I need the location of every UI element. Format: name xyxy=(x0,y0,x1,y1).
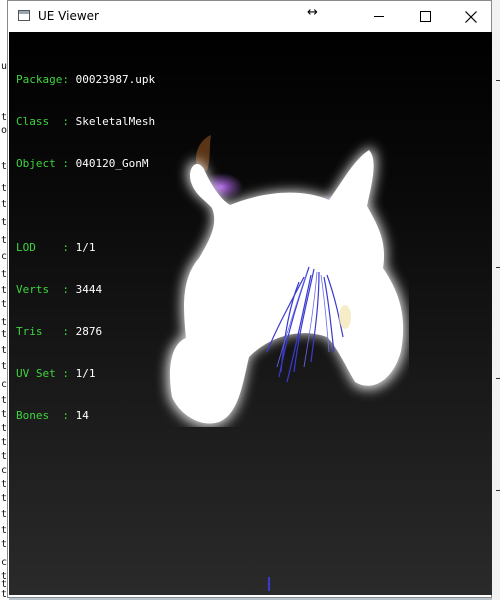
minimize-button[interactable] xyxy=(356,1,402,32)
info-package-row: Package: 00023987.upk xyxy=(16,73,156,86)
title-bar[interactable]: UE Viewer ↔ xyxy=(8,1,491,32)
hair-strand-fragment xyxy=(268,577,270,591)
render-viewport[interactable]: Package: 00023987.upk Class : SkeletalMe… xyxy=(9,32,492,595)
info-uvset-row: UV Set : 1/1 xyxy=(16,367,96,380)
skeletal-mesh-model xyxy=(167,135,407,427)
info-verts-row: Verts : 3444 xyxy=(16,283,103,296)
info-bones-row: Bones : 14 xyxy=(16,409,89,422)
info-tris-row: Tris : 2876 xyxy=(16,325,103,338)
info-lod-row: LOD : 1/1 xyxy=(16,241,96,254)
info-class-row: Class : SkeletalMesh xyxy=(16,115,156,128)
info-object-row: Object : 040120_GonM xyxy=(16,157,149,170)
close-button[interactable] xyxy=(448,1,494,32)
background-right-strip xyxy=(492,0,500,600)
ue-viewer-window: UE Viewer ↔ Package: 00023987.upk Class … xyxy=(7,0,492,598)
close-icon xyxy=(465,11,477,23)
background-tick xyxy=(496,490,500,491)
window-icon[interactable] xyxy=(18,10,30,21)
window-title: UE Viewer xyxy=(38,9,99,23)
background-tick xyxy=(496,378,500,379)
background-tick xyxy=(496,267,500,268)
background-tick xyxy=(496,80,500,81)
resize-horizontal-icon: ↔ xyxy=(307,5,318,20)
info-spacer xyxy=(16,199,155,213)
maximize-button[interactable] xyxy=(402,1,448,32)
mesh-info-overlay: Package: 00023987.upk Class : SkeletalMe… xyxy=(16,45,155,451)
